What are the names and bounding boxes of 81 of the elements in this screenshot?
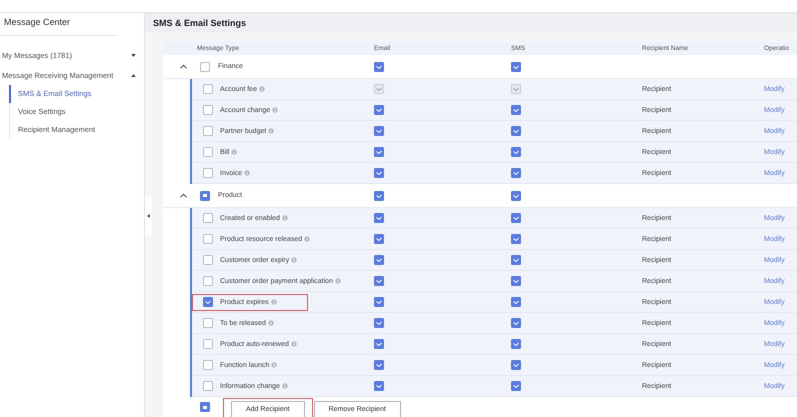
checkbox[interactable] (203, 126, 213, 136)
check-icon (375, 341, 383, 347)
checkbox[interactable] (203, 339, 213, 349)
email-checkbox[interactable] (374, 318, 384, 328)
email-checkbox[interactable] (374, 297, 384, 307)
checkbox[interactable] (203, 360, 213, 370)
check-icon (512, 215, 520, 221)
checkbox[interactable] (203, 213, 213, 223)
collapse-handle[interactable] (145, 196, 152, 236)
sms-checkbox[interactable] (511, 105, 521, 115)
sms-checkbox[interactable] (511, 213, 521, 223)
email-checkbox[interactable] (374, 360, 384, 370)
checkbox[interactable] (203, 297, 213, 307)
collapse-chevron-icon[interactable] (180, 193, 187, 198)
sms-checkbox[interactable] (511, 126, 521, 136)
check-icon (375, 215, 383, 221)
sms-checkbox[interactable] (511, 318, 521, 328)
email-checkbox[interactable] (374, 234, 384, 244)
sms-checkbox[interactable] (511, 62, 521, 72)
sms-checkbox[interactable] (511, 234, 521, 244)
email-checkbox[interactable] (374, 381, 384, 391)
checkbox[interactable] (203, 381, 213, 391)
email-checkbox[interactable] (374, 168, 384, 178)
sms-checkbox[interactable] (511, 255, 521, 265)
check-icon (375, 362, 383, 368)
check-icon (375, 170, 383, 176)
check-icon (375, 383, 383, 389)
email-checkbox[interactable] (374, 339, 384, 349)
email-checkbox[interactable] (374, 213, 384, 223)
check-icon (512, 362, 520, 368)
check-icon (512, 86, 520, 92)
check-icon (375, 128, 383, 134)
checkbox[interactable] (203, 255, 213, 265)
email-checkbox[interactable] (374, 276, 384, 286)
email-checkbox[interactable] (374, 190, 384, 200)
check-icon (512, 149, 520, 155)
sms-checkbox[interactable] (511, 381, 521, 391)
checkbox[interactable] (203, 168, 213, 178)
check-icon (512, 257, 520, 263)
sms-checkbox[interactable] (511, 190, 521, 200)
email-checkbox[interactable] (374, 255, 384, 265)
sms-checkbox[interactable] (511, 276, 521, 286)
check-icon (512, 278, 520, 284)
check-icon (512, 341, 520, 347)
email-checkbox[interactable] (374, 126, 384, 136)
checkbox[interactable] (203, 276, 213, 286)
checkbox[interactable] (203, 105, 213, 115)
check-icon (512, 320, 520, 326)
checkbox[interactable] (203, 147, 213, 157)
check-icon (512, 299, 520, 305)
check-icon (375, 236, 383, 242)
collapse-chevron-icon[interactable] (180, 64, 187, 69)
sms-checkbox[interactable] (511, 297, 521, 307)
email-checkbox[interactable] (374, 105, 384, 115)
checkbox[interactable] (203, 84, 213, 94)
collapse-icon (147, 214, 150, 218)
sidebar-title: Message Center (0, 13, 118, 36)
check-icon (512, 383, 520, 389)
checkbox[interactable] (200, 62, 210, 72)
sms-checkbox[interactable] (511, 339, 521, 349)
check-icon (375, 257, 383, 263)
checkbox[interactable] (200, 190, 210, 200)
select-all-checkbox[interactable] (200, 402, 210, 412)
check-icon (512, 170, 520, 176)
checkbox[interactable] (203, 234, 213, 244)
check-icon (375, 86, 383, 92)
check-icon (375, 107, 383, 113)
checkbox[interactable] (203, 318, 213, 328)
page-title: SMS & Email Settings (153, 18, 246, 28)
check-icon (512, 107, 520, 113)
check-icon (512, 128, 520, 134)
check-icon (375, 299, 383, 305)
sms-checkbox[interactable] (511, 168, 521, 178)
check-icon (375, 149, 383, 155)
email-checkbox[interactable] (374, 147, 384, 157)
check-icon (375, 320, 383, 326)
email-checkbox[interactable] (374, 62, 384, 72)
check-icon (512, 236, 520, 242)
check-icon (375, 278, 383, 284)
sms-checkbox[interactable] (511, 147, 521, 157)
sms-checkbox[interactable] (511, 360, 521, 370)
